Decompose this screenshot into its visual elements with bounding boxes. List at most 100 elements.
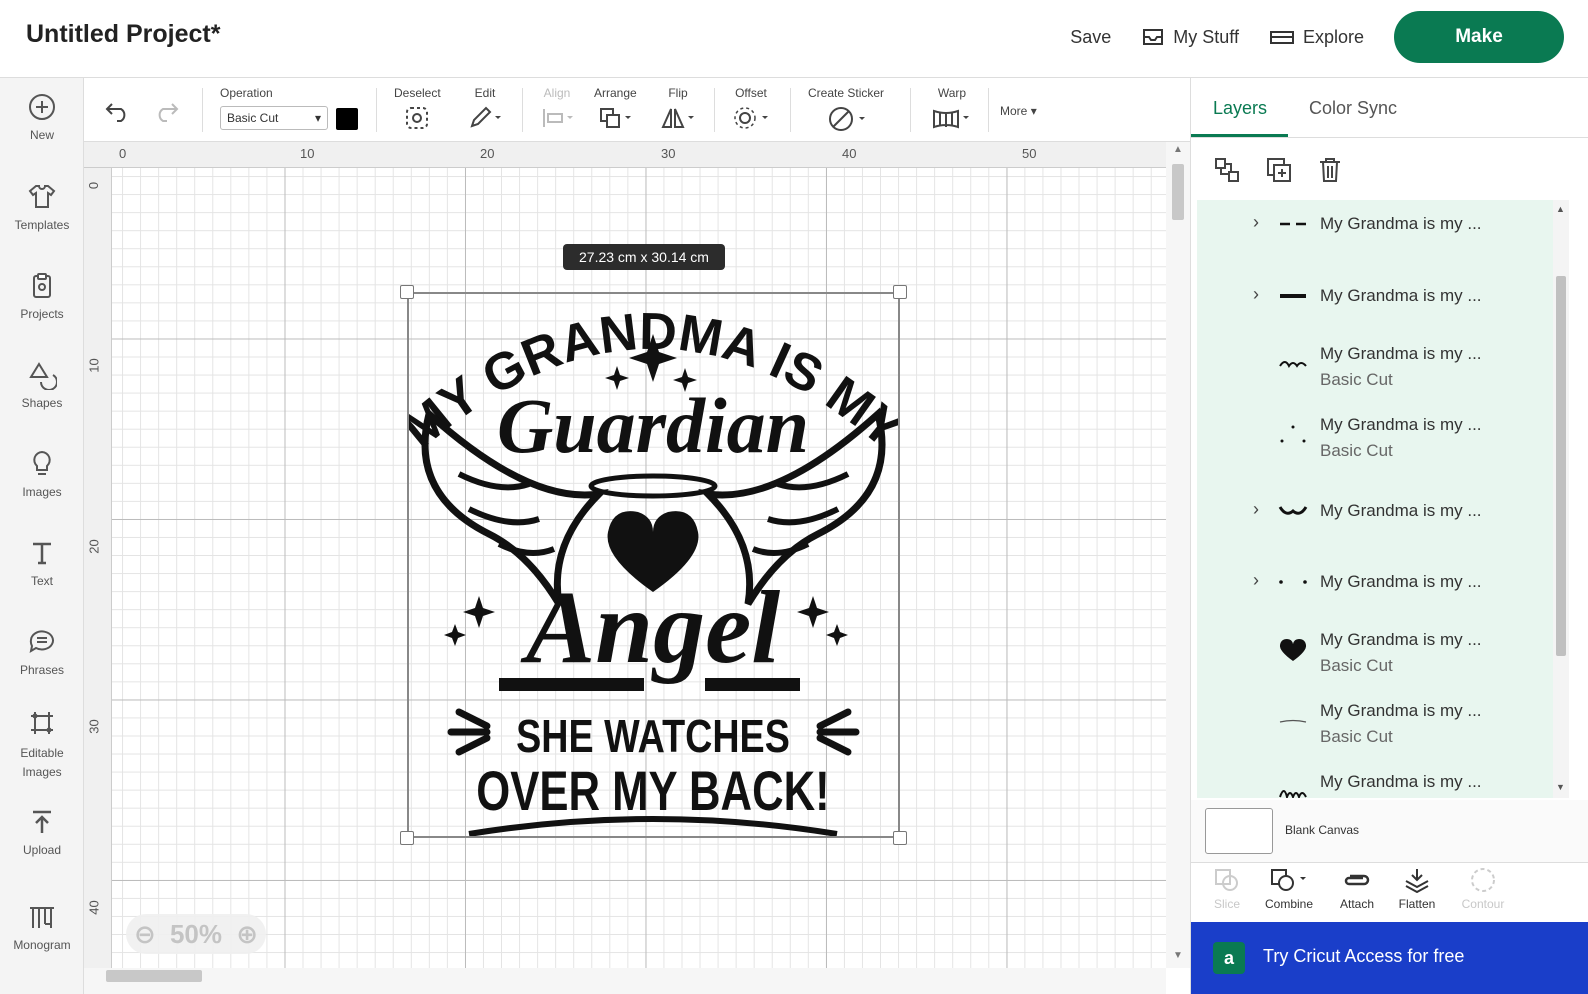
explore-icon — [1269, 31, 1294, 44]
ruler-number: 10 — [300, 146, 315, 161]
tab-layers[interactable]: Layers — [1213, 98, 1267, 119]
tool-label: Flatten — [1398, 897, 1436, 911]
sidebar-item-phrases[interactable]: Phrases — [0, 627, 84, 677]
explore-button[interactable]: Explore — [1269, 27, 1364, 48]
scroll-thumb[interactable] — [1172, 164, 1184, 220]
chevron-right-icon[interactable]: › — [1253, 212, 1259, 233]
scroll-down-icon[interactable]: ▼ — [1173, 950, 1183, 961]
sidebar-item-images[interactable]: Images — [0, 449, 84, 499]
save-button[interactable]: Save — [1070, 27, 1111, 48]
sidebar-label: Text — [30, 574, 53, 588]
duplicate-icon[interactable] — [1265, 156, 1293, 184]
monogram-icon — [30, 907, 54, 928]
offset-button[interactable]: Offset — [732, 86, 770, 130]
layer-name: My Grandma is my ... — [1320, 572, 1482, 591]
make-button[interactable]: Make — [1394, 11, 1564, 63]
zoom-in-button[interactable]: ⊕ — [236, 919, 258, 950]
tool-label: Slice — [1213, 897, 1240, 911]
contour-button[interactable]: Contour — [1453, 867, 1513, 911]
zoom-out-button[interactable]: ⊖ — [134, 919, 156, 950]
deselect-label: Deselect — [394, 86, 441, 100]
sidebar-item-projects[interactable]: Projects — [0, 271, 84, 321]
toolbar-separator — [988, 88, 989, 132]
create-sticker-button[interactable]: Create Sticker — [808, 86, 884, 132]
layer-thumbnail — [1277, 566, 1309, 598]
align-button[interactable]: Align — [540, 86, 574, 130]
flatten-button[interactable]: Flatten — [1387, 867, 1447, 911]
cricut-access-banner[interactable]: a Try Cricut Access for free — [1191, 922, 1588, 994]
arrange-button[interactable]: Arrange — [594, 86, 637, 130]
sidebar-label: Editable Images — [20, 746, 64, 779]
sidebar-label: Phrases — [19, 663, 65, 677]
scroll-thumb[interactable] — [106, 970, 202, 982]
color-swatch[interactable] — [336, 108, 358, 130]
align-icon — [540, 106, 574, 130]
contour-icon — [1471, 868, 1495, 892]
attach-button[interactable]: Attach — [1327, 867, 1387, 911]
scroll-up-icon[interactable]: ▲ — [1173, 144, 1183, 155]
panel-tabs: Layers Color Sync — [1191, 78, 1588, 138]
active-tab-indicator — [1191, 134, 1288, 137]
chevron-right-icon[interactable]: › — [1253, 499, 1259, 520]
resize-handle-top-right[interactable] — [893, 285, 907, 299]
group-icon[interactable] — [1213, 156, 1241, 184]
flip-button[interactable]: Flip — [660, 86, 696, 130]
layer-name: My Grandma is my ... — [1320, 344, 1482, 363]
chevron-right-icon[interactable]: › — [1253, 570, 1259, 591]
layer-name: My Grandma is my ... — [1320, 286, 1482, 305]
design-canvas[interactable]: 0 10 20 30 40 50 0 10 20 30 40 27.23 cm … — [84, 142, 1190, 994]
tab-color-sync[interactable]: Color Sync — [1309, 98, 1397, 119]
ruler-vertical: 0 10 20 30 40 — [84, 168, 112, 968]
sidebar-item-new[interactable]: New — [0, 92, 84, 142]
scroll-up-icon[interactable]: ▲ — [1556, 204, 1565, 214]
operation-label: Operation — [220, 86, 273, 100]
blank-canvas-thumbnail[interactable] — [1205, 808, 1273, 854]
sidebar-item-templates[interactable]: Templates — [0, 182, 84, 232]
combine-icon — [1271, 869, 1306, 891]
top-bar: Untitled Project* Save My Stuff Explore … — [0, 0, 1588, 78]
resize-handle-bottom-left[interactable] — [400, 831, 414, 845]
resize-handle-top-left[interactable] — [400, 285, 414, 299]
ruler-number: 40 — [842, 146, 857, 161]
resize-handle-bottom-right[interactable] — [893, 831, 907, 845]
sidebar-item-upload[interactable]: Upload — [0, 807, 84, 857]
my-stuff-button[interactable]: My Stuff — [1141, 26, 1239, 48]
flatten-icon — [1405, 869, 1429, 893]
slice-button[interactable]: Slice — [1197, 867, 1257, 911]
selection-box[interactable] — [407, 292, 900, 838]
speech-bubble-icon — [29, 630, 54, 654]
tshirt-icon — [28, 185, 56, 208]
deselect-button[interactable]: Deselect — [394, 86, 441, 130]
scroll-thumb[interactable] — [1556, 276, 1566, 656]
canvas-vertical-scrollbar[interactable]: ▲ ▼ — [1166, 142, 1190, 968]
layer-scrollbar[interactable]: ▲ ▼ — [1553, 200, 1569, 798]
lightbulb-icon — [33, 450, 51, 475]
scroll-down-icon[interactable]: ▼ — [1556, 782, 1565, 792]
project-title[interactable]: Untitled Project* — [26, 20, 220, 49]
arrange-label: Arrange — [594, 86, 637, 100]
undo-button[interactable] — [104, 100, 132, 125]
sidebar-item-monogram[interactable]: Monogram — [0, 902, 84, 952]
blank-canvas-row[interactable]: Blank Canvas — [1191, 800, 1588, 862]
sidebar-item-shapes[interactable]: Shapes — [0, 360, 84, 410]
sidebar-item-text[interactable]: Text — [0, 538, 84, 588]
operation-select[interactable]: Basic Cut ▾ — [220, 106, 328, 130]
ruler-number: 30 — [661, 146, 676, 161]
sidebar-item-editable-images[interactable]: Editable Images — [0, 708, 84, 782]
edit-button[interactable]: Edit — [468, 86, 502, 130]
more-button[interactable]: More ▾ — [1000, 104, 1037, 118]
ruler-number: 50 — [1022, 146, 1037, 161]
zoom-control: ⊖ 50% ⊕ — [126, 914, 266, 954]
redo-button[interactable] — [152, 100, 180, 125]
redo-icon — [158, 103, 179, 122]
combine-button[interactable]: Combine — [1259, 867, 1319, 911]
chevron-right-icon[interactable]: › — [1253, 284, 1259, 305]
offset-label: Offset — [735, 86, 767, 100]
warp-button[interactable]: Warp — [930, 86, 974, 130]
edit-label: Edit — [474, 86, 496, 100]
layer-operation: Basic Cut — [1320, 727, 1393, 746]
chevron-down-icon: ▾ — [314, 111, 321, 125]
dimension-label: 27.23 cm x 30.14 cm — [563, 244, 725, 270]
trash-icon[interactable] — [1317, 156, 1343, 184]
canvas-horizontal-scrollbar[interactable] — [84, 968, 1166, 994]
